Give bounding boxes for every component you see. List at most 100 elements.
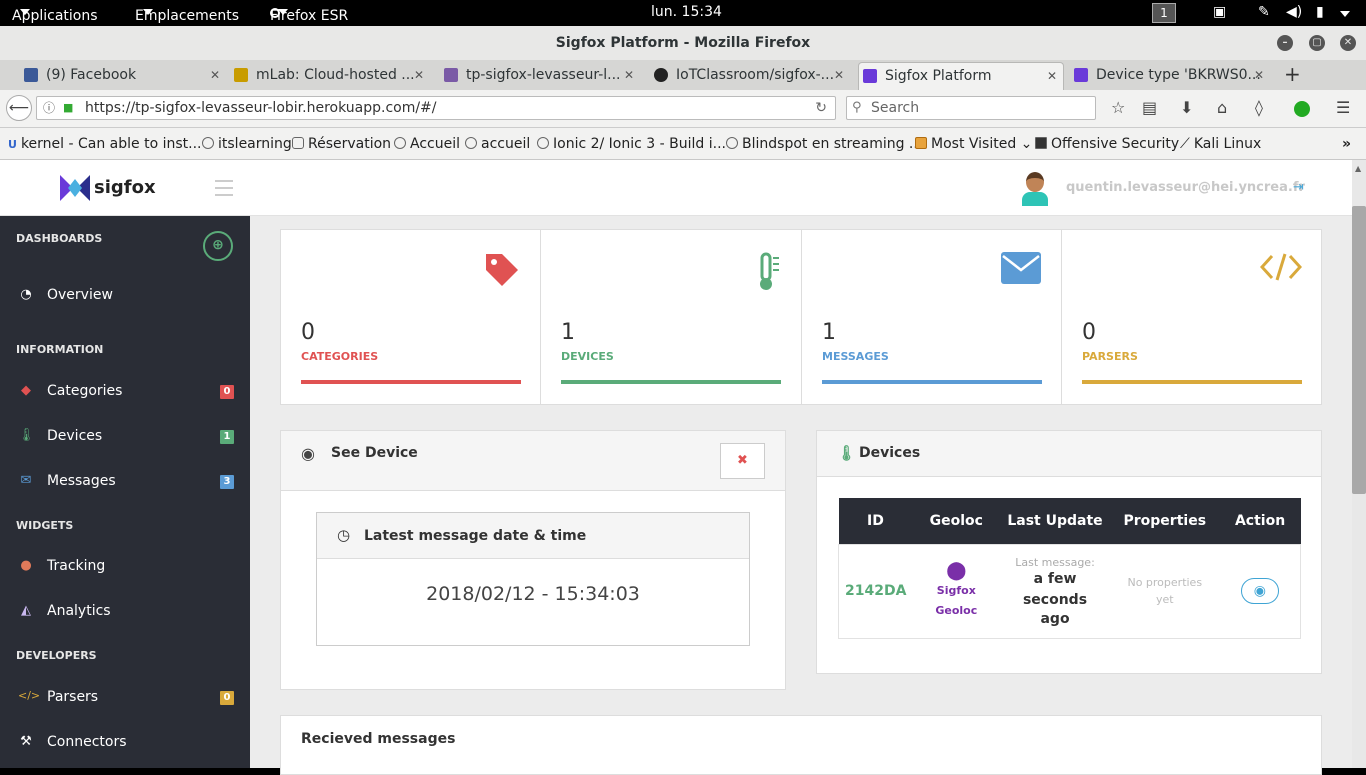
- extension-icon[interactable]: [1294, 101, 1310, 117]
- column-header[interactable]: Geoloc: [912, 498, 1000, 544]
- sidebar-item-connectors[interactable]: ⚒ Connectors: [0, 728, 250, 758]
- stats-row: 0 CATEGORIES 1 DEVICES 1 MESSAGES 0 PARS…: [280, 229, 1322, 405]
- close-window-button[interactable]: ✕: [1340, 35, 1356, 51]
- bookmark-item[interactable]: Ukernel - Can able to inst...: [8, 136, 202, 152]
- volume-icon[interactable]: ◀): [1286, 4, 1302, 20]
- bookmark-star-icon[interactable]: ☆: [1111, 98, 1125, 117]
- add-dashboard-button[interactable]: ⊕: [203, 231, 233, 261]
- search-icon: ⚲: [852, 100, 862, 115]
- close-tab-icon[interactable]: ✕: [414, 62, 424, 88]
- bookmark-item[interactable]: Réservation: [292, 136, 391, 152]
- tab-device-type[interactable]: Device type 'BKRWS0... ✕: [1070, 62, 1270, 90]
- stat-value: 0: [1082, 320, 1096, 345]
- download-icon[interactable]: ⬇: [1180, 98, 1193, 117]
- tab-facebook[interactable]: (9) Facebook ✕: [20, 62, 226, 90]
- maximize-button[interactable]: ▢: [1309, 35, 1325, 51]
- sigfox-icon: [1074, 68, 1088, 82]
- bookmark-item[interactable]: Offensive Security: [1035, 136, 1179, 152]
- close-tab-icon[interactable]: ✕: [834, 62, 844, 88]
- device-last-update: Last message: a few seconds ago: [1000, 544, 1110, 638]
- new-tab-button[interactable]: +: [1284, 62, 1301, 86]
- window-titlebar: Sigfox Platform - Mozilla Firefox – ▢ ✕: [0, 26, 1366, 60]
- home-icon[interactable]: ⌂: [1217, 98, 1227, 117]
- close-tab-icon[interactable]: ✕: [624, 62, 634, 88]
- search-input[interactable]: ⚲ Search: [846, 96, 1096, 120]
- device-geoloc[interactable]: ⬤ Sigfox Geoloc: [912, 544, 1000, 638]
- hamburger-menu-icon[interactable]: ☰: [1336, 98, 1350, 117]
- stat-devices[interactable]: 1 DEVICES: [541, 230, 802, 405]
- thermometer-icon: [760, 252, 779, 290]
- search-placeholder: Search: [871, 100, 920, 116]
- firefox-app-menu[interactable]: Firefox ESR: [270, 4, 348, 24]
- clock[interactable]: lun. 15:34: [651, 4, 722, 20]
- tab-sigfox-platform[interactable]: Sigfox Platform ✕: [858, 62, 1064, 90]
- info-icon[interactable]: ⓘ: [43, 97, 55, 119]
- column-header[interactable]: Action: [1220, 498, 1301, 544]
- reading-list-icon[interactable]: ▤: [1142, 98, 1157, 117]
- stat-parsers[interactable]: 0 PARSERS: [1062, 230, 1322, 405]
- tab-heroku[interactable]: tp-sigfox-levasseur-l... ✕: [440, 62, 640, 90]
- user-email[interactable]: quentin.levasseur@hei.yncrea.fr: [1066, 180, 1305, 195]
- received-messages-panel: Recieved messages: [280, 715, 1322, 775]
- places-menu[interactable]: Emplacements: [135, 4, 239, 24]
- sidebar-item-overview[interactable]: ◔ Overview: [0, 281, 250, 311]
- back-button[interactable]: ⟵: [6, 95, 32, 121]
- bookmark-item[interactable]: Blindspot en streaming ...: [726, 136, 922, 152]
- close-panel-button[interactable]: ✖: [720, 443, 765, 479]
- sidebar-item-tracking[interactable]: ● Tracking: [0, 552, 250, 582]
- system-menu-arrow[interactable]: [1340, 6, 1350, 22]
- battery-icon[interactable]: ▮: [1316, 4, 1324, 20]
- sidebar-toggle-icon[interactable]: [215, 180, 233, 196]
- bookmark-item[interactable]: ⟋ Kali Linux: [1180, 136, 1261, 152]
- stat-messages[interactable]: 1 MESSAGES: [802, 230, 1062, 405]
- bookmark-item[interactable]: Ionic 2/ Ionic 3 - Build i...: [537, 136, 726, 152]
- dashboard-icon: ◔: [20, 287, 32, 302]
- sidebar-item-devices[interactable]: 🌡 Devices 1: [0, 422, 250, 452]
- pocket-icon[interactable]: ◊: [1255, 98, 1263, 117]
- sidebar-item-analytics[interactable]: ◭ Analytics: [0, 597, 250, 627]
- bookmark-item[interactable]: Accueil: [394, 136, 460, 152]
- applications-menu[interactable]: Applications: [12, 4, 98, 24]
- sidebar-item-label: Categories: [47, 383, 123, 399]
- bookmark-item[interactable]: accueil: [465, 136, 530, 152]
- sidebar-item-parsers[interactable]: </> Parsers 0: [0, 683, 250, 713]
- page-scrollbar[interactable]: ▲: [1352, 160, 1366, 768]
- video-icon[interactable]: ▣: [1213, 4, 1226, 20]
- tab-label: Device type 'BKRWS0...: [1096, 67, 1261, 83]
- tab-mlab[interactable]: mLab: Cloud-hosted ... ✕: [230, 62, 430, 90]
- device-action: ◉: [1220, 544, 1301, 638]
- avatar[interactable]: [1020, 172, 1050, 206]
- most-visited-folder[interactable]: Most Visited ⌄: [915, 136, 1032, 152]
- tab-github[interactable]: IoTClassroom/sigfox-... ✕: [650, 62, 850, 90]
- scrollbar-thumb[interactable]: [1352, 206, 1366, 494]
- bookmark-item[interactable]: itslearning: [202, 136, 292, 152]
- view-device-button[interactable]: ◉: [1240, 578, 1279, 604]
- reload-icon[interactable]: ↻: [815, 97, 827, 119]
- section-developers: DEVELOPERS: [16, 649, 97, 662]
- column-header[interactable]: Last Update: [1000, 498, 1110, 544]
- column-header[interactable]: ID: [839, 498, 913, 544]
- sidebar-item-messages[interactable]: ✉ Messages 3: [0, 467, 250, 497]
- system-top-bar: Applications Emplacements Firefox ESR lu…: [0, 0, 1366, 26]
- stat-value: 1: [822, 320, 836, 345]
- url-bar[interactable]: ⓘ ■ https://tp-sigfox-levasseur-lobir.he…: [36, 96, 836, 120]
- minimize-button[interactable]: –: [1277, 35, 1293, 51]
- scroll-up-arrow[interactable]: ▲: [1355, 164, 1361, 173]
- more-bookmarks-chevron[interactable]: »: [1342, 136, 1351, 152]
- code-icon: </>: [18, 689, 41, 702]
- column-header[interactable]: Properties: [1110, 498, 1220, 544]
- latest-message-title: Latest message date & time: [364, 528, 587, 544]
- device-id[interactable]: 2142DA: [839, 544, 913, 638]
- messages-count-badge: 3: [220, 475, 234, 489]
- sidebar-item-categories[interactable]: ◆ Categories 0: [0, 377, 250, 407]
- stat-categories[interactable]: 0 CATEGORIES: [281, 230, 541, 405]
- logout-icon[interactable]: ⇥: [1293, 180, 1304, 195]
- close-tab-icon[interactable]: ✕: [210, 62, 220, 88]
- close-tab-icon[interactable]: ✕: [1254, 62, 1264, 88]
- tab-label: (9) Facebook: [46, 67, 137, 83]
- close-tab-icon[interactable]: ✕: [1047, 63, 1057, 89]
- pen-icon[interactable]: ✎: [1258, 4, 1270, 20]
- thermometer-icon: 🌡: [18, 428, 35, 443]
- workspace-indicator[interactable]: 1: [1152, 3, 1176, 23]
- plug-icon: ⚒: [20, 734, 32, 749]
